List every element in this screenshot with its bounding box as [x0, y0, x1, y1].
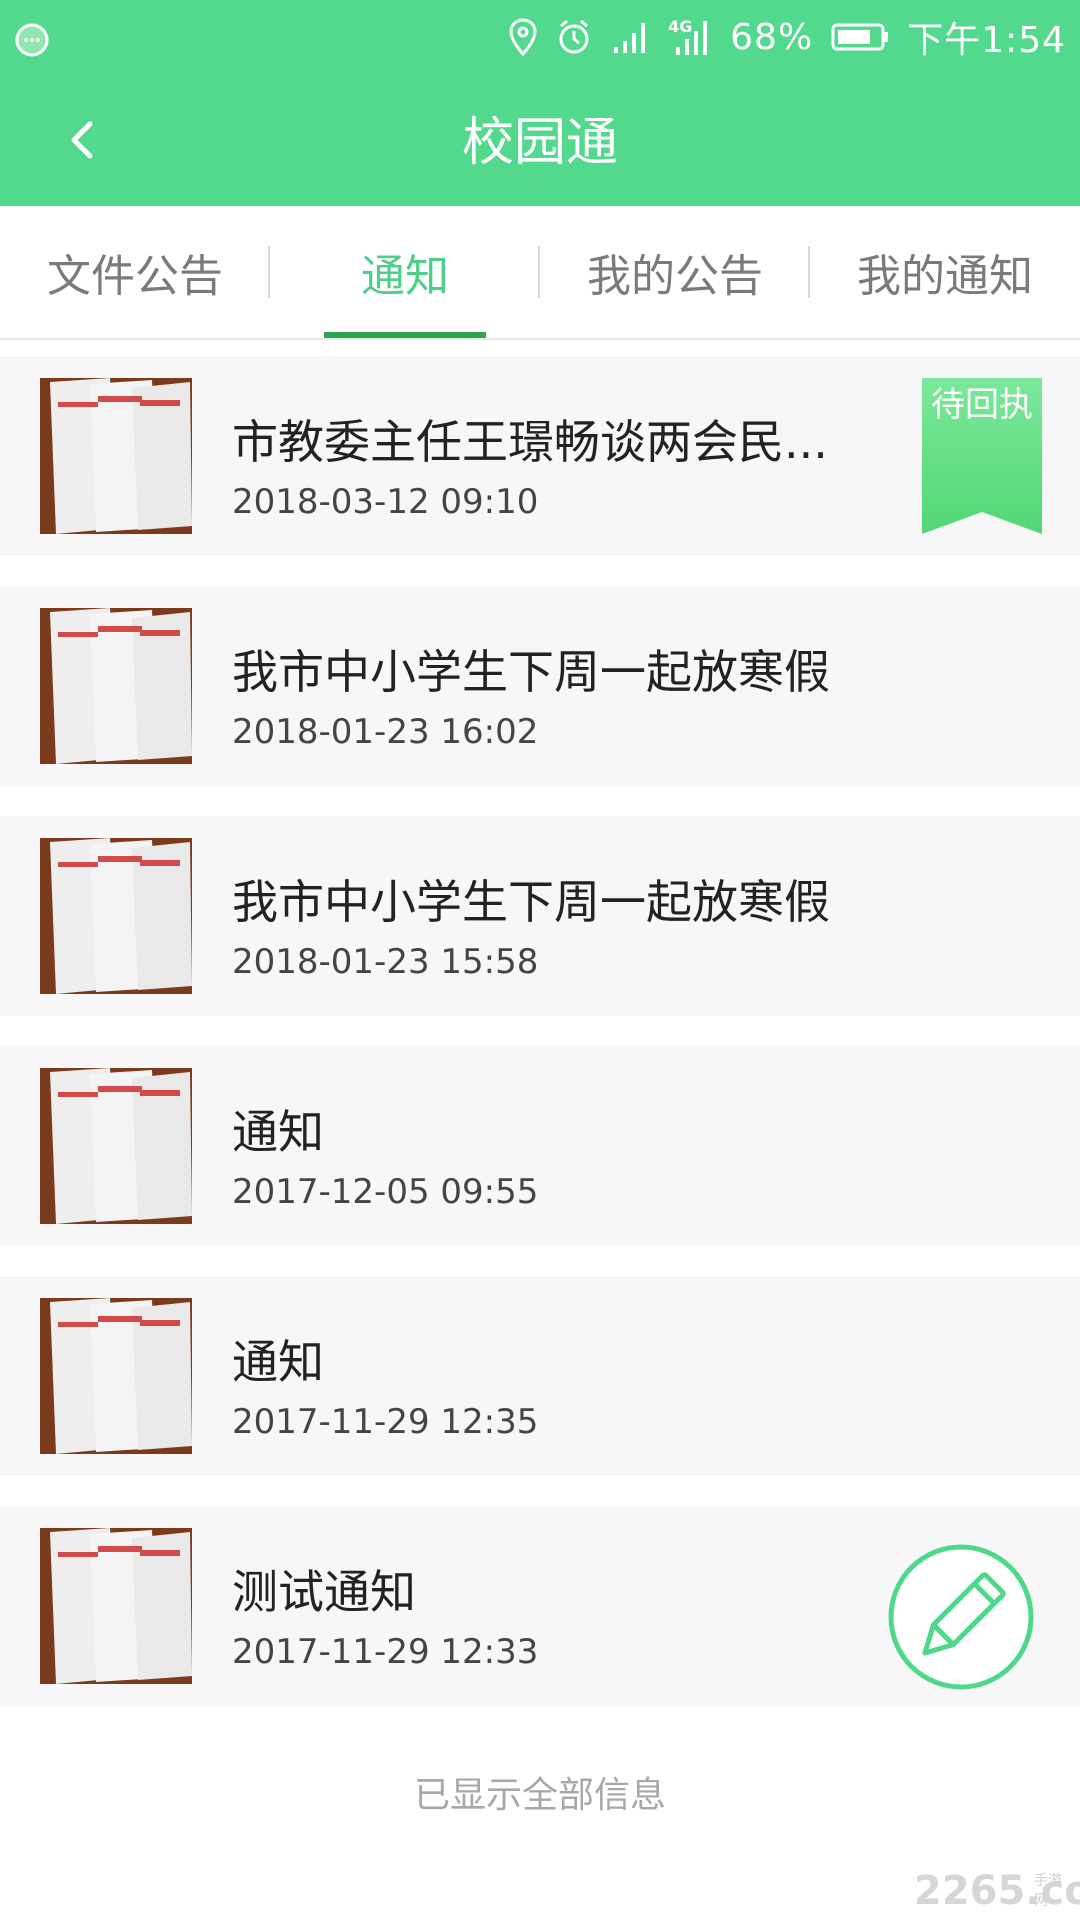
battery-percent: 68%: [730, 16, 814, 58]
badge-label: 待回执: [931, 385, 1033, 425]
notice-time: 2018-01-23 15:58: [232, 942, 539, 982]
app-header: 4G 68% 下午1:54 校园通: [0, 0, 1080, 206]
site-watermark: 2265.com 手游网: [914, 1868, 1080, 1914]
watermark-sub: 手游网: [1034, 1873, 1062, 1909]
notice-thumbnail: [40, 1298, 192, 1454]
page-title: 校园通: [461, 113, 618, 173]
list-item[interactable]: 通知 2017-11-29 12:35: [0, 1276, 1080, 1476]
list-item[interactable]: 我市中小学生下周一起放寒假 2018-01-23 15:58: [0, 816, 1080, 1016]
notice-time: 2018-01-23 16:02: [232, 712, 539, 752]
notice-thumbnail: [40, 378, 192, 534]
pending-receipt-badge: 待回执: [922, 378, 1042, 534]
tab-notifications[interactable]: 通知: [270, 206, 540, 338]
notice-time: 2017-11-29 12:35: [232, 1402, 539, 1442]
notice-title: 测试通知: [232, 1565, 416, 1619]
list-item[interactable]: 通知 2017-12-05 09:55: [0, 1046, 1080, 1246]
notice-title: 市教委主任王璟畅谈两会民...: [232, 415, 828, 469]
active-tab-indicator: [324, 332, 486, 338]
title-bar: 校园通: [0, 74, 1080, 206]
notice-thumbnail: [40, 1068, 192, 1224]
signal-icon: [614, 23, 646, 53]
network-4g-icon: 4G: [668, 17, 712, 57]
notice-title: 通知: [232, 1335, 324, 1389]
tab-my-notifications[interactable]: 我的通知: [810, 206, 1080, 338]
tab-bar: 文件公告 通知 我的公告 我的通知: [0, 206, 1080, 340]
notice-title: 通知: [232, 1105, 324, 1159]
notice-time: 2018-03-12 09:10: [232, 482, 539, 522]
end-of-list-text: 已显示全部信息: [413, 1775, 666, 1816]
alarm-icon: [559, 19, 589, 54]
notice-thumbnail: [40, 1528, 192, 1684]
tab-my-announcements[interactable]: 我的公告: [540, 206, 810, 338]
battery-icon: [831, 23, 889, 51]
status-bar: 4G 68% 下午1:54: [0, 0, 1080, 74]
notice-time: 2017-11-29 12:33: [232, 1632, 539, 1672]
list-item[interactable]: 我市中小学生下周一起放寒假 2018-01-23 16:02: [0, 586, 1080, 786]
clock: 下午1:54: [907, 20, 1066, 61]
notice-title: 我市中小学生下周一起放寒假: [232, 645, 830, 699]
notice-time: 2017-12-05 09:55: [232, 1172, 539, 1212]
notice-thumbnail: [40, 838, 192, 994]
tab-file-announcements[interactable]: 文件公告: [0, 206, 270, 338]
compose-button[interactable]: [888, 1544, 1034, 1690]
location-icon: [509, 18, 537, 57]
chat-notification-icon: [15, 23, 49, 57]
notice-thumbnail: [40, 608, 192, 764]
notice-title: 我市中小学生下周一起放寒假: [232, 875, 830, 929]
list-item[interactable]: 市教委主任王璟畅谈两会民... 2018-03-12 09:10 待回执: [0, 356, 1080, 556]
